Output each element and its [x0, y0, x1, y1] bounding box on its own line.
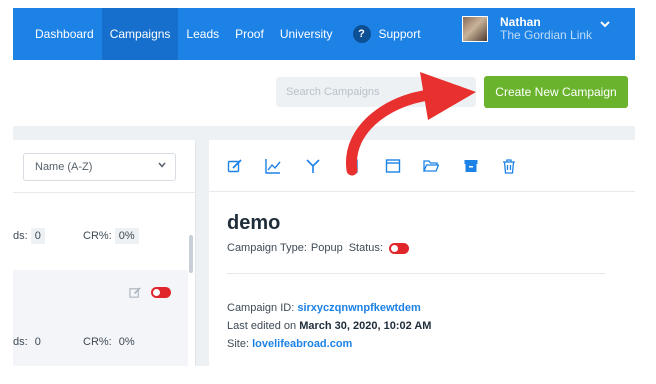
search-icon[interactable] [453, 85, 466, 98]
mobile-icon[interactable] [345, 158, 361, 174]
site-label: Site: [227, 338, 250, 350]
leads-stat: ds: 0 [13, 334, 45, 350]
status-label: Status: [348, 242, 383, 254]
nav-campaigns[interactable]: Campaigns [101, 8, 179, 60]
detail-toolbar [209, 140, 635, 192]
sort-select[interactable]: Name (A-Z) [23, 153, 176, 181]
search-input[interactable]: Search Campaigns [276, 77, 476, 107]
folder-icon[interactable] [423, 158, 439, 174]
nav-proof[interactable]: Proof [227, 8, 272, 60]
cr-value: 0% [118, 336, 135, 348]
nav-leads[interactable]: Leads [178, 8, 227, 60]
edited-value: March 30, 2020, 10:02 AM [299, 320, 432, 332]
chevron-down-icon[interactable] [600, 20, 610, 28]
top-nav: Dashboard Campaigns Leads Proof Universi… [13, 8, 635, 60]
campaign-type-line: Campaign Type: Popup Status: [227, 242, 409, 254]
search-placeholder: Search Campaigns [286, 86, 380, 98]
edit-icon[interactable] [227, 158, 243, 174]
status-toggle[interactable] [151, 287, 171, 298]
campaign-title: demo [227, 212, 281, 234]
cr-value: 0% [114, 228, 139, 244]
site-line: Site: lovelifeabroad.com [227, 338, 352, 350]
nav-dashboard[interactable]: Dashboard [13, 8, 102, 60]
divider [227, 273, 605, 274]
leads-stat: ds: 0 [13, 228, 45, 244]
campaign-id-line: Campaign ID: sirxyczqnwnpfkewtdem [227, 302, 421, 314]
leads-label: ds: [13, 336, 28, 348]
campaign-toolbar: Search Campaigns Create New Campaign [13, 60, 635, 126]
leads-value: 0 [34, 336, 41, 348]
leads-label: ds: [13, 230, 28, 242]
user-menu[interactable]: Nathan The Gordian Link [462, 16, 610, 42]
scrollbar[interactable] [189, 235, 193, 273]
site-link[interactable]: lovelifeabroad.com [252, 338, 352, 350]
campaign-id-link[interactable]: sirxyczqnwnpfkewtdem [297, 302, 420, 314]
split-test-icon[interactable] [305, 158, 321, 174]
edit-icon[interactable] [129, 286, 142, 299]
last-edited-line: Last edited on March 30, 2020, 10:02 AM [227, 320, 431, 332]
nav-support[interactable]: Support [379, 8, 429, 60]
avatar [462, 16, 488, 42]
status-toggle[interactable] [388, 242, 409, 254]
campaign-list: Name (A-Z) ds: 0 CR%: 0% ds: 0 CR%: 0% [13, 140, 196, 366]
trash-icon[interactable] [501, 158, 517, 174]
stats-icon[interactable] [265, 158, 281, 174]
type-value: Popup [310, 242, 343, 254]
leads-value: 0 [30, 228, 45, 244]
nav-university[interactable]: University [272, 8, 341, 60]
cr-stat: CR%: 0% [83, 228, 139, 244]
list-item[interactable]: ds: 0 CR%: 0% [13, 270, 188, 366]
archive-icon[interactable] [463, 158, 479, 174]
user-info: Nathan The Gordian Link [500, 16, 592, 42]
divider [13, 192, 196, 193]
app-frame: Dashboard Campaigns Leads Proof Universi… [13, 8, 635, 366]
create-campaign-button[interactable]: Create New Campaign [484, 76, 628, 108]
id-label: Campaign ID: [227, 302, 295, 314]
cr-stat: CR%: 0% [83, 334, 139, 350]
cr-label: CR%: [83, 230, 112, 242]
help-icon[interactable]: ? [352, 25, 371, 43]
type-label: Campaign Type: [227, 242, 307, 254]
window-icon[interactable] [385, 158, 401, 174]
cr-label: CR%: [83, 336, 112, 348]
chevron-down-icon [158, 162, 166, 168]
edited-label: Last edited on [227, 320, 297, 332]
sort-value: Name (A-Z) [35, 161, 93, 173]
user-org: The Gordian Link [500, 28, 593, 42]
campaign-detail: demo Campaign Type: Popup Status: Campai… [209, 140, 635, 366]
